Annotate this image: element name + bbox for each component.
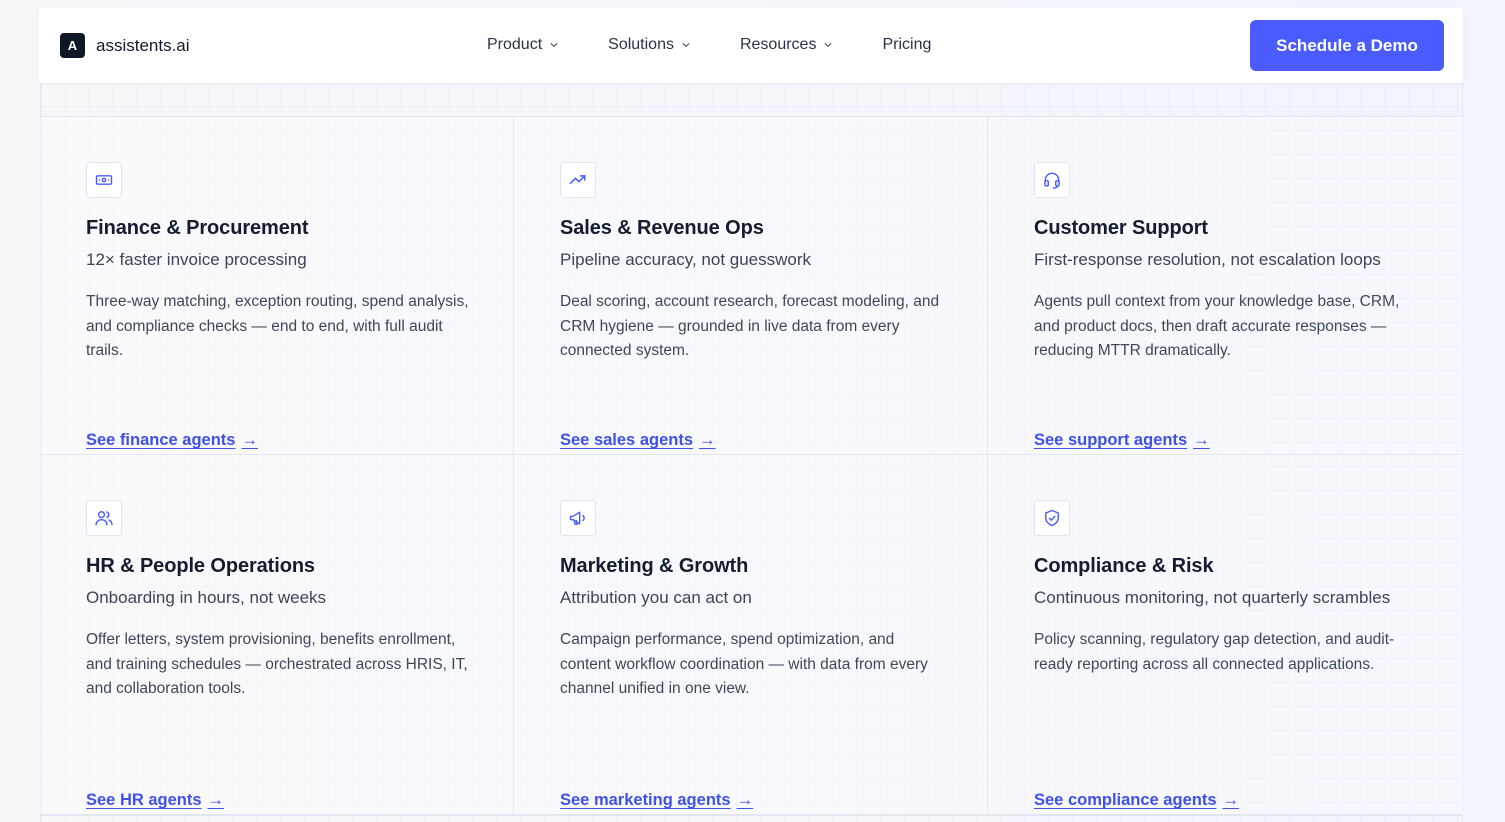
see-finance-agents-link[interactable]: See finance agents →	[86, 431, 258, 450]
banknote-icon	[86, 162, 122, 198]
nav-item-label: Solutions	[608, 36, 674, 53]
headset-icon	[1034, 162, 1070, 198]
card-title: Customer Support	[1034, 217, 1208, 239]
link-label: See finance agents	[86, 431, 236, 449]
card-subtitle: Onboarding in hours, not weeks	[86, 588, 327, 607]
nav-item-label: Product	[487, 36, 543, 53]
link-label: See support agents	[1034, 431, 1188, 449]
shield-check-icon	[1034, 500, 1070, 536]
link-label: See HR agents	[86, 791, 202, 809]
nav-item-label: Pricing	[882, 36, 932, 53]
card-description: Offer letters, system provisioning, bene…	[86, 631, 468, 697]
arrow-right-icon: →	[1193, 431, 1210, 449]
top-navbar: A assistents.ai Product Solutions Resour…	[39, 8, 1463, 83]
arrow-right-icon: →	[699, 431, 716, 449]
main-nav: Product Solutions Resources Pricing	[487, 36, 931, 54]
see-sales-agents-link[interactable]: See sales agents →	[560, 431, 716, 450]
card-subtitle: First-response resolution, not escalatio…	[1034, 250, 1381, 269]
card-subtitle: Attribution you can act on	[560, 588, 752, 607]
arrow-right-icon: →	[241, 431, 258, 449]
link-label: See marketing agents	[560, 791, 731, 809]
link-label: See compliance agents	[1034, 791, 1217, 809]
card-compliance: Compliance & Risk Continuous monitoring,…	[988, 455, 1463, 816]
arrow-right-icon: →	[736, 791, 754, 809]
card-title: HR & People Operations	[86, 555, 315, 577]
card-description: Policy scanning, regulatory gap detectio…	[1034, 631, 1395, 673]
megaphone-icon	[560, 500, 596, 536]
users-icon	[86, 500, 122, 536]
nav-item-resources[interactable]: Resources	[740, 36, 832, 54]
see-compliance-agents-link[interactable]: See compliance agents →	[1034, 791, 1239, 810]
see-marketing-agents-link[interactable]: See marketing agents →	[560, 791, 753, 810]
card-description: Deal scoring, account research, forecast…	[560, 293, 940, 359]
chevron-down-icon	[825, 43, 832, 47]
card-title: Sales & Revenue Ops	[560, 217, 764, 239]
card-title: Finance & Procurement	[86, 217, 309, 239]
nav-item-label: Resources	[739, 36, 817, 53]
card-description: Agents pull context from your knowledge …	[1034, 293, 1400, 359]
card-hr: HR & People Operations Onboarding in hou…	[40, 455, 514, 816]
card-support: Customer Support First-response resoluti…	[988, 117, 1463, 455]
arrow-right-icon: →	[1222, 791, 1240, 809]
see-support-agents-link[interactable]: See support agents →	[1034, 431, 1210, 450]
solutions-grid: Finance & Procurement 12× faster invoice…	[40, 116, 1463, 816]
trending-up-icon	[560, 162, 596, 198]
logo-mark: A	[60, 33, 85, 58]
section-divider	[40, 814, 1463, 815]
card-description: Three-way matching, exception routing, s…	[86, 293, 469, 359]
brand-name: assistents.ai	[96, 35, 190, 55]
card-subtitle: Pipeline accuracy, not guesswork	[560, 250, 812, 269]
card-subtitle: Continuous monitoring, not quarterly scr…	[1034, 588, 1391, 607]
card-title: Marketing & Growth	[560, 555, 749, 577]
chevron-down-icon	[682, 43, 690, 47]
card-finance: Finance & Procurement 12× faster invoice…	[40, 117, 514, 455]
card-description: Campaign performance, spend optimization…	[560, 631, 928, 697]
brand-logo[interactable]: A assistents.ai	[60, 33, 190, 58]
chevron-down-icon	[550, 43, 558, 47]
card-marketing: Marketing & Growth Attribution you can a…	[514, 455, 988, 816]
schedule-demo-button[interactable]: Schedule a Demo	[1250, 20, 1444, 71]
arrow-right-icon: →	[207, 791, 225, 809]
card-title: Compliance & Risk	[1034, 555, 1214, 577]
nav-item-product[interactable]: Product	[487, 36, 558, 54]
nav-item-solutions[interactable]: Solutions	[608, 36, 690, 54]
nav-item-pricing[interactable]: Pricing	[882, 36, 931, 54]
see-hr-agents-link[interactable]: See HR agents →	[86, 791, 224, 810]
card-subtitle: 12× faster invoice processing	[86, 250, 307, 269]
link-label: See sales agents	[560, 431, 693, 449]
card-sales: Sales & Revenue Ops Pipeline accuracy, n…	[514, 117, 988, 455]
